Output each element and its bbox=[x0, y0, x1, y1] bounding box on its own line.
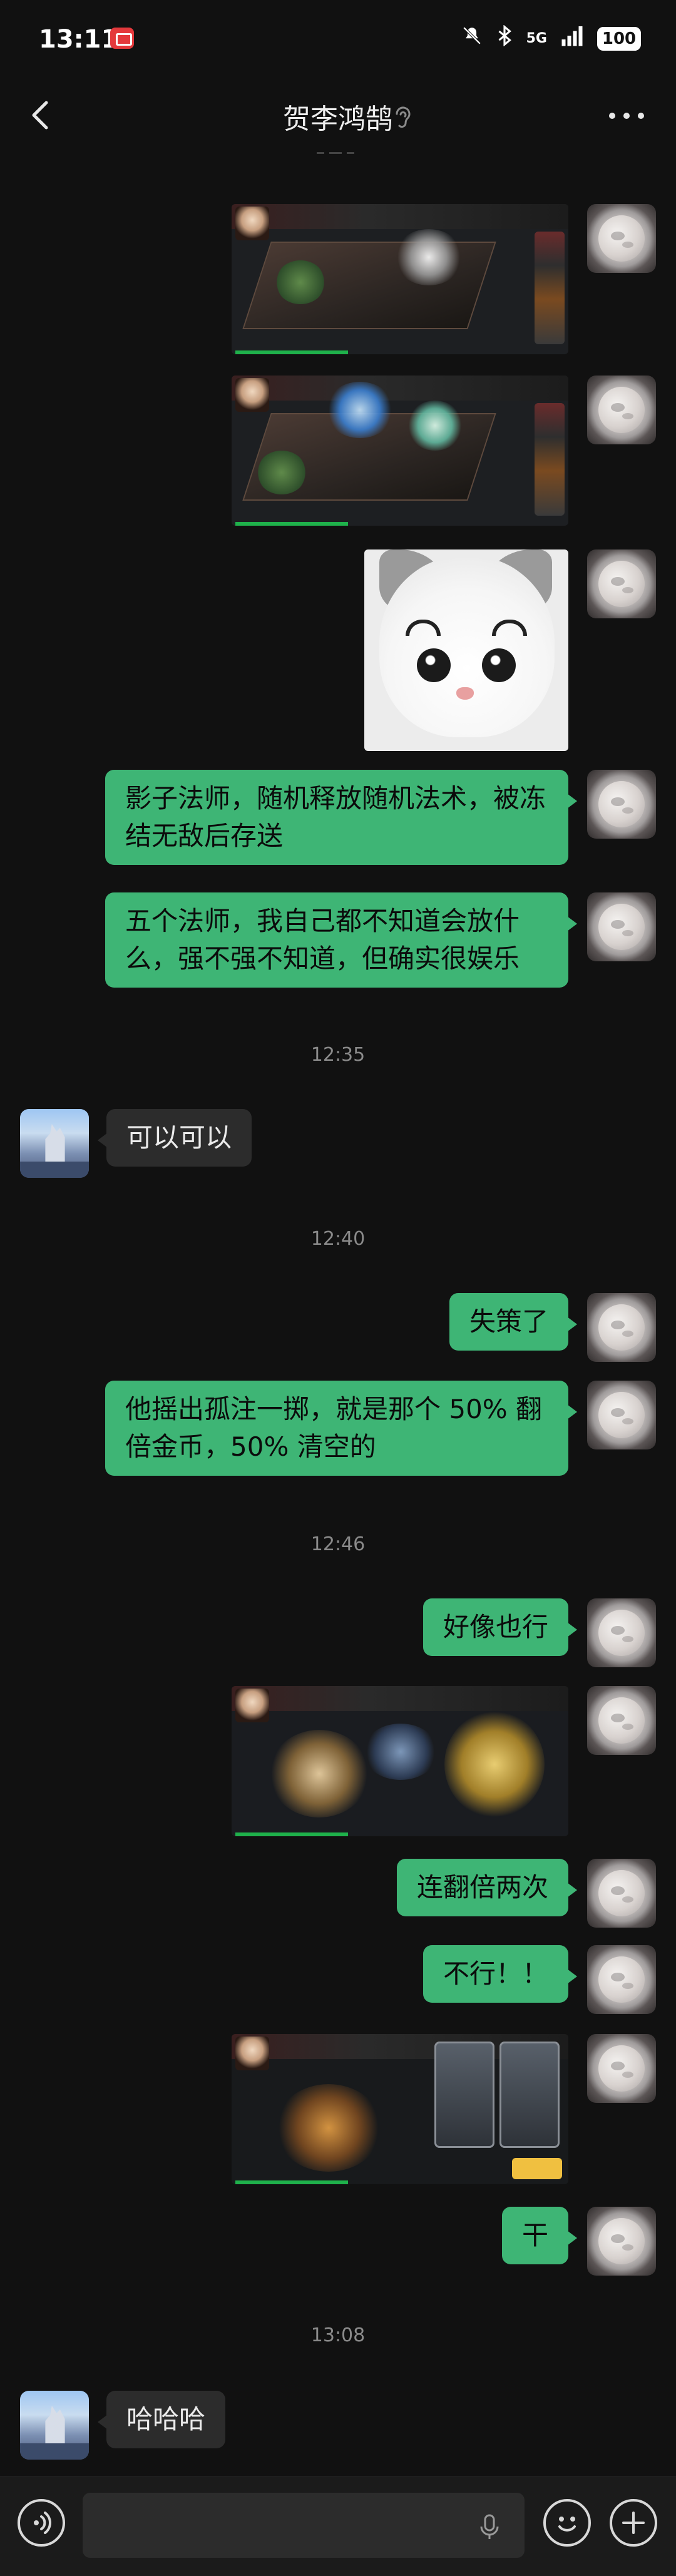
game-portrait bbox=[235, 207, 269, 240]
my-avatar[interactable] bbox=[587, 1381, 656, 1449]
game-effect bbox=[269, 1730, 369, 1817]
game-portrait bbox=[235, 1689, 269, 1722]
cat-sticker-image[interactable] bbox=[364, 549, 568, 751]
more-icon[interactable] bbox=[605, 100, 648, 131]
game-progress-bar bbox=[235, 2180, 348, 2184]
game-top-bar bbox=[232, 204, 568, 229]
game-side-panel bbox=[535, 403, 565, 516]
message-bubble-sent[interactable]: 影子法师，随机释放随机法术，被冻结无敌后存送 bbox=[105, 770, 577, 865]
status-bar: 13:11 5G 100 bbox=[0, 0, 676, 81]
message-bubble-received[interactable]: 哈哈哈 bbox=[97, 2391, 226, 2448]
message-bubble-sent[interactable]: 干 bbox=[501, 2207, 578, 2264]
my-avatar[interactable] bbox=[587, 770, 656, 839]
timestamp: 12:35 bbox=[310, 1044, 366, 1066]
game-plant bbox=[275, 260, 325, 304]
game-screenshot-image[interactable] bbox=[232, 2034, 568, 2184]
game-top-bar bbox=[232, 376, 568, 401]
game-progress-bar bbox=[235, 350, 348, 354]
cat-nose bbox=[456, 687, 474, 700]
game-portrait bbox=[235, 2037, 269, 2070]
chat-area[interactable]: 影子法师，随机释放随机法术，被冻结无敌后存送 五个法师，我自己都不知道会放什么，… bbox=[0, 150, 676, 2476]
status-icons: 5G 100 bbox=[461, 24, 641, 52]
game-effect bbox=[407, 401, 463, 451]
timestamp: 13:08 bbox=[310, 2324, 366, 2346]
message-bubble-sent[interactable]: 五个法师，我自己都不知道会放什么，强不强不知道，但确实很娱乐 bbox=[105, 892, 577, 988]
game-button bbox=[512, 2158, 562, 2179]
message-bubble-sent[interactable]: 不行！！ bbox=[422, 1945, 578, 2003]
message-bubble-sent[interactable]: 失策了 bbox=[449, 1293, 578, 1351]
message-bubble-received[interactable]: 可以可以 bbox=[97, 1109, 252, 1167]
message-bubble-sent[interactable]: 好像也行 bbox=[422, 1598, 578, 1656]
game-top-bar bbox=[232, 1686, 568, 1711]
plus-icon[interactable] bbox=[610, 2499, 657, 2547]
cat-head bbox=[379, 556, 555, 737]
my-avatar[interactable] bbox=[587, 1686, 656, 1755]
contact-avatar[interactable] bbox=[20, 2391, 89, 2460]
message-bubble-sent[interactable]: 他摇出孤注一掷，就是那个 50% 翻倍金币，50% 清空的 bbox=[105, 1381, 577, 1476]
game-progress-bar bbox=[235, 522, 348, 526]
app-notification-icon bbox=[110, 28, 134, 49]
my-avatar[interactable] bbox=[587, 549, 656, 618]
game-screenshot-image[interactable] bbox=[232, 204, 568, 354]
input-bar bbox=[0, 2476, 676, 2576]
my-avatar[interactable] bbox=[587, 892, 656, 961]
game-effect bbox=[363, 1724, 438, 1780]
game-effect bbox=[394, 229, 463, 285]
my-avatar[interactable] bbox=[587, 1859, 656, 1928]
cat-eye bbox=[482, 648, 516, 682]
game-screenshot-image[interactable] bbox=[232, 376, 568, 526]
my-avatar[interactable] bbox=[587, 376, 656, 444]
my-avatar[interactable] bbox=[587, 1945, 656, 2014]
signal-icon bbox=[561, 25, 583, 52]
game-effect bbox=[275, 2084, 382, 2172]
my-avatar[interactable] bbox=[587, 2207, 656, 2276]
network-label: 5G bbox=[526, 31, 547, 46]
game-effect bbox=[444, 1711, 545, 1817]
battery-indicator: 100 bbox=[597, 26, 641, 51]
mute-icon bbox=[461, 25, 483, 52]
message-input[interactable] bbox=[83, 2493, 525, 2558]
contact-avatar[interactable] bbox=[20, 1109, 89, 1178]
my-avatar[interactable] bbox=[587, 2034, 656, 2103]
chat-title: 贺李鸿鹄 bbox=[283, 103, 393, 135]
my-avatar[interactable] bbox=[587, 1598, 656, 1667]
game-side-panel bbox=[535, 232, 565, 344]
cat-eye bbox=[417, 648, 451, 682]
game-card bbox=[499, 2042, 560, 2148]
chat-header: 贺李鸿鹄 bbox=[0, 81, 676, 154]
game-plant bbox=[257, 451, 307, 494]
emoji-icon[interactable] bbox=[543, 2499, 591, 2547]
game-effect bbox=[325, 382, 394, 438]
game-progress-bar bbox=[235, 1832, 348, 1836]
message-bubble-sent[interactable]: 连翻倍两次 bbox=[396, 1859, 578, 1916]
status-time: 13:11 bbox=[39, 25, 119, 54]
ear-icon bbox=[389, 104, 414, 129]
timestamp: 12:40 bbox=[310, 1228, 366, 1250]
voice-icon[interactable] bbox=[18, 2499, 65, 2547]
microphone-icon[interactable] bbox=[476, 2513, 503, 2540]
bluetooth-icon bbox=[496, 24, 513, 52]
game-portrait bbox=[235, 378, 269, 412]
game-card bbox=[434, 2042, 494, 2148]
timestamp: 12:46 bbox=[310, 1533, 366, 1555]
my-avatar[interactable] bbox=[587, 204, 656, 273]
game-screenshot-image[interactable] bbox=[232, 1686, 568, 1836]
my-avatar[interactable] bbox=[587, 1293, 656, 1362]
